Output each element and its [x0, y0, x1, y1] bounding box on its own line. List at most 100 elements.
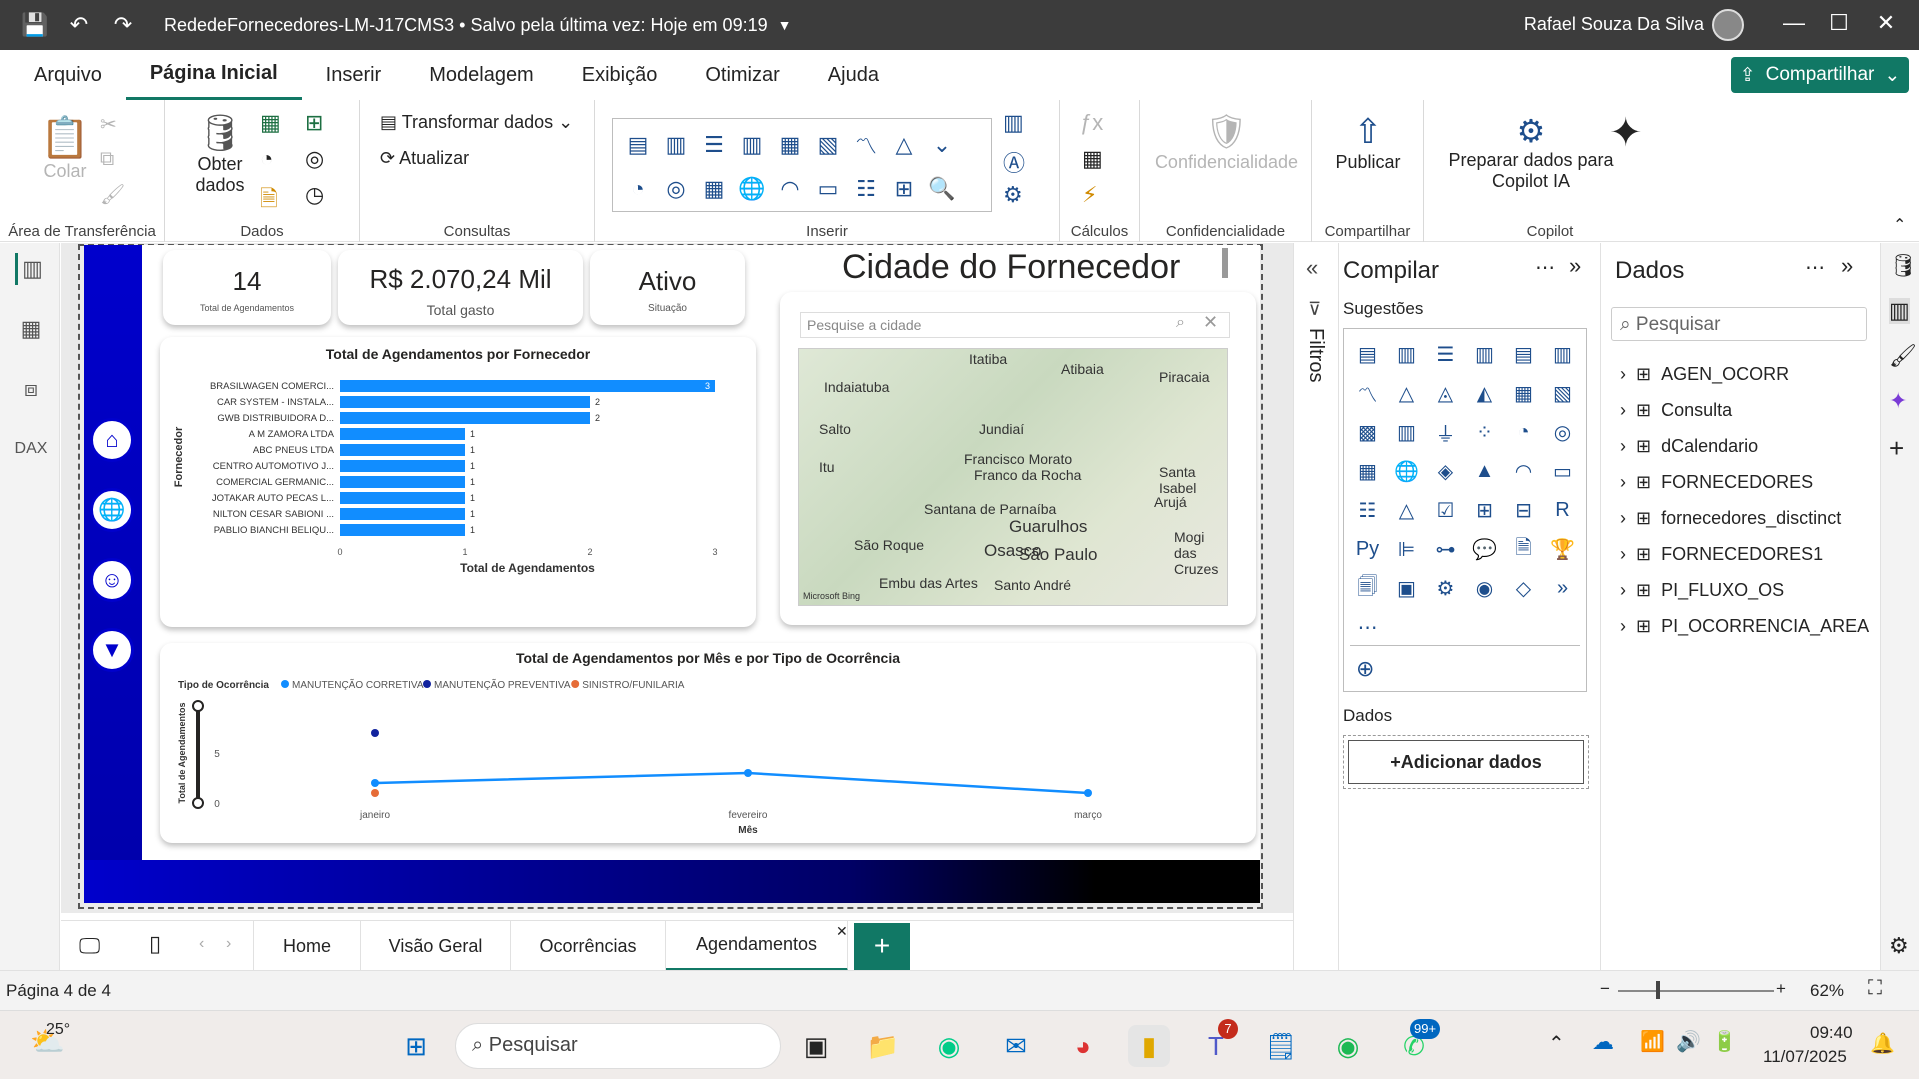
notifications-icon[interactable]: 🔔	[1870, 1031, 1895, 1056]
100-area-icon[interactable]: ◭	[1465, 374, 1504, 413]
spotify-icon[interactable]: ◉	[1327, 1025, 1369, 1067]
line-column-icon[interactable]: ▦	[1504, 374, 1543, 413]
line-chart-icon[interactable]: 〽	[847, 123, 885, 167]
stacked-bar-icon[interactable]: ▤	[1348, 335, 1387, 374]
chevron-down-icon[interactable]: ▼	[778, 17, 792, 33]
menu-otimizar[interactable]: Otimizar	[681, 50, 803, 100]
menu-modelagem[interactable]: Modelagem	[405, 50, 558, 100]
trophy-icon[interactable]: 🏆	[1543, 530, 1582, 569]
prev-page-icon[interactable]: ‹	[199, 935, 204, 953]
kpi-icon[interactable]: △	[1387, 491, 1426, 530]
table-item-dcalendario[interactable]: › ⊞ dCalendario	[1620, 436, 1758, 457]
bar-chart-card[interactable]: Total de Agendamentos por Fornecedor BRAS…	[160, 337, 756, 627]
new-visual-icon[interactable]: ▥	[1003, 110, 1024, 136]
area-chart-icon[interactable]: △	[1387, 374, 1426, 413]
line-clustered-icon[interactable]: ▧	[1543, 374, 1582, 413]
collapse-icon[interactable]: «	[1306, 255, 1318, 281]
desktop-layout-icon[interactable]: 🖵	[79, 933, 100, 959]
undo-icon[interactable]: ↶	[64, 10, 94, 40]
table-visual-icon[interactable]: ⊞	[1465, 491, 1504, 530]
table-view-icon[interactable]: ▦	[15, 313, 47, 345]
excel-icon[interactable]: ▦	[260, 110, 281, 136]
more-insert-icon[interactable]: ⚙	[1003, 182, 1023, 208]
kpi-card-agendamentos[interactable]: 14 Total de Agendamentos	[163, 250, 331, 325]
table-item-fornecedores1[interactable]: › ⊞ FORNECEDORES1	[1620, 544, 1823, 565]
100-column-icon[interactable]: ▦	[771, 123, 809, 167]
pie-chart-icon[interactable]: ◔	[619, 167, 657, 211]
table-visual-icon[interactable]: ⊞	[885, 167, 923, 211]
stacked-area-icon[interactable]: ◬	[1426, 374, 1465, 413]
dataverse-icon[interactable]: ◎	[305, 146, 324, 172]
avatar[interactable]	[1712, 9, 1744, 41]
outlook-icon[interactable]: ✉	[995, 1025, 1037, 1067]
clustered-bar-icon[interactable]: ☰	[1426, 335, 1465, 374]
line-chart-card[interactable]: Total de Agendamentos por Mês e por Tipo…	[160, 643, 1256, 843]
get-data-button[interactable]: 🛢 Obter dados	[185, 112, 255, 196]
minimize-icon[interactable]: —	[1779, 10, 1809, 36]
ribbon-chart-icon[interactable]: ▩	[1348, 413, 1387, 452]
multirow-card-icon[interactable]: ☷	[847, 167, 885, 211]
map[interactable]: Itatiba Indaiatuba Atibaia Piracaia Salto Jun…	[798, 348, 1228, 606]
enter-data-icon[interactable]: ◷	[305, 182, 324, 208]
treemap-icon[interactable]: ▦	[1348, 452, 1387, 491]
stacked-bar-icon[interactable]: ▤	[619, 123, 657, 167]
publish-button[interactable]: ⇧ Publicar	[1330, 112, 1406, 173]
waterfall-icon[interactable]: ▥	[1387, 413, 1426, 452]
card-icon[interactable]: ▭	[1543, 452, 1582, 491]
model-view-icon[interactable]: ⧈	[15, 373, 47, 405]
clock-time[interactable]: 09:40	[1810, 1023, 1853, 1043]
sql-icon[interactable]: ◔	[260, 146, 273, 172]
table-item-pi-fluxo-os[interactable]: › ⊞ PI_FLUXO_OS	[1620, 580, 1784, 601]
edge-icon[interactable]: ◉	[928, 1025, 970, 1067]
confidentiality-button[interactable]: 🛡 Confidencialidade	[1154, 112, 1299, 173]
paste-button[interactable]: 📋 Colar	[40, 114, 90, 182]
clustered-bar-icon[interactable]: ☰	[695, 123, 733, 167]
battery-icon[interactable]: 🔋	[1712, 1029, 1737, 1054]
100-column-icon[interactable]: ▥	[1543, 335, 1582, 374]
format-painter-icon[interactable]: 🖌	[100, 182, 125, 207]
kpi-card-total-gasto[interactable]: R$ 2.070,24 Mil Total gasto	[338, 250, 583, 325]
cut-icon[interactable]: ✂	[100, 112, 117, 137]
key-influencers-icon[interactable]: ⊫	[1387, 530, 1426, 569]
fit-page-icon[interactable]: ⛶	[1868, 977, 1882, 1000]
home-nav-icon[interactable]: ⌂	[90, 418, 134, 462]
diamond-icon[interactable]: ◇	[1504, 569, 1543, 608]
clustered-column-icon[interactable]: ▥	[1465, 335, 1504, 374]
user-name[interactable]: Rafael Souza Da Silva	[1524, 14, 1704, 35]
expand-icon[interactable]: »	[1569, 253, 1581, 279]
tray-chevron-icon[interactable]: ⌃	[1548, 1031, 1565, 1056]
refresh-button[interactable]: ⟳ Atualizar	[380, 148, 469, 169]
table-item-consulta[interactable]: › ⊞ Consulta	[1620, 400, 1732, 421]
slicer-icon[interactable]: ☑	[1426, 491, 1465, 530]
column-chart-icon[interactable]: ▥	[657, 123, 695, 167]
area-chart-icon[interactable]: △	[885, 123, 923, 167]
zoom-level[interactable]: 62%	[1810, 981, 1844, 1001]
qa-visual-icon[interactable]: 💬	[1465, 530, 1504, 569]
chevron-visual-icon[interactable]: »	[1543, 569, 1582, 608]
more-options-icon[interactable]: ⋯	[1535, 255, 1555, 280]
donut-chart-icon[interactable]: ◎	[1543, 413, 1582, 452]
table-icon[interactable]: ⊞	[305, 110, 323, 136]
file-explorer-icon[interactable]: 📁	[862, 1025, 904, 1067]
more-options-icon[interactable]: ⋯	[1805, 255, 1825, 280]
filters-pane[interactable]: « ⊽ Filtros	[1293, 243, 1338, 970]
kpi-card-situacao[interactable]: Ativo Situação	[590, 250, 745, 325]
onedrive-icon[interactable]: ☁	[1592, 1029, 1614, 1055]
close-tab-icon[interactable]: ✕	[836, 923, 848, 940]
line-chart-icon[interactable]: 〽	[1348, 374, 1387, 413]
dax-view-icon[interactable]: DAX	[15, 433, 48, 465]
quick-measure-icon[interactable]: ⚡	[1082, 182, 1097, 208]
user-nav-icon[interactable]: ☺	[90, 558, 134, 602]
data-pane-icon[interactable]: 🛢	[1889, 253, 1917, 279]
start-icon[interactable]: ⊞	[395, 1025, 437, 1067]
r-visual-icon[interactable]: R	[1543, 491, 1582, 530]
zoom-thumb[interactable]	[1656, 981, 1660, 999]
power-bi-icon[interactable]: ▮	[1128, 1025, 1170, 1067]
qa-icon[interactable]: 🔍	[923, 167, 961, 211]
gauge-icon[interactable]: ◠	[1504, 452, 1543, 491]
globe-nav-icon[interactable]: 🌐	[90, 488, 134, 532]
stacked-column-icon[interactable]: ▥	[1387, 335, 1426, 374]
expand-icon[interactable]: »	[1841, 253, 1853, 279]
save-icon[interactable]: 💾	[20, 10, 50, 40]
gauge-icon[interactable]: ◠	[771, 167, 809, 211]
